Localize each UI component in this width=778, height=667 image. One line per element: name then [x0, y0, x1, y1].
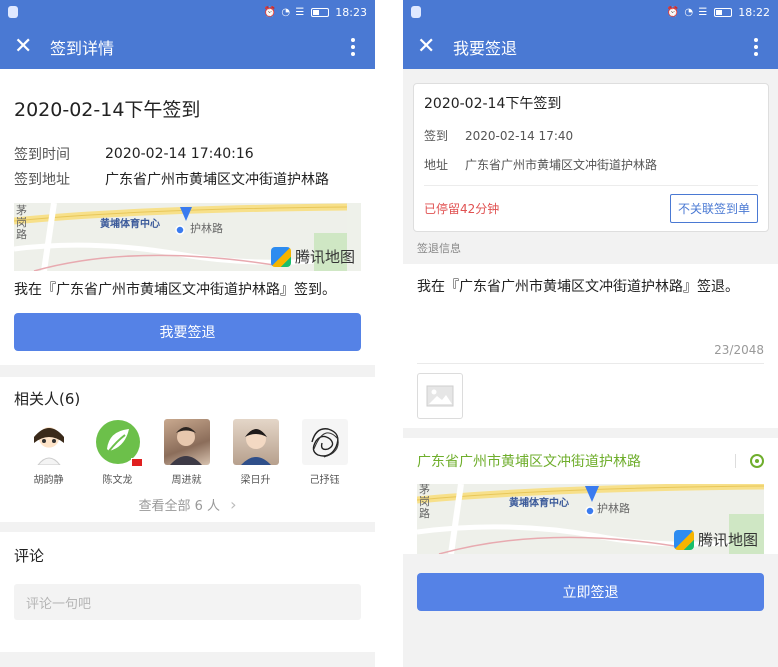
row-key: 签到地址: [14, 171, 70, 188]
right-screen: ⏰ ◔ ☰ 18:22 ✕ 我要签退 2020-02-14下午签到 签到 202…: [403, 0, 778, 667]
map-road-label: 护林路: [597, 502, 630, 515]
map-road-label-2: 茅岗路: [419, 484, 430, 520]
person-name: 陈文龙: [102, 475, 133, 486]
avatar: [94, 419, 143, 467]
location-header: 广东省广州市黄埔区文冲街道护林路: [417, 438, 764, 484]
person-item[interactable]: 陈文龙: [83, 419, 152, 486]
row-value: 2020-02-14 17:40: [465, 128, 574, 143]
row-value: 2020-02-14 17:40:16: [105, 145, 254, 162]
comment-section: 评论 评论一句吧: [0, 532, 375, 652]
avatar-art: [169, 427, 202, 465]
location-actions: [735, 454, 764, 468]
view-all-text: 查看全部 6 人: [138, 498, 221, 514]
map-road-label-2: 茅岗路: [16, 204, 27, 241]
person-name: 梁日升: [240, 475, 271, 486]
map-logo: 腾讯地图: [270, 246, 355, 267]
status-bar: ⏰ ◔ ☰ 18:22: [403, 0, 778, 24]
tencent-map-icon: [270, 246, 291, 267]
location-address: 广东省广州市黄埔区文冲街道护林路: [417, 454, 641, 470]
checkin-message: 我在『广东省广州市黄埔区文冲街道护林路』签到。: [14, 282, 336, 298]
nav-bar: ✕ 签到详情: [0, 24, 375, 69]
map-poi-label: 黄埔体育中心: [100, 219, 160, 230]
map-poi-label: 黄埔体育中心: [509, 498, 569, 509]
checkin-summary-card: 2020-02-14下午签到 签到 2020-02-14 17:40 地址 广东…: [413, 83, 769, 232]
row-key: 签到: [424, 129, 449, 143]
location-section: 广东省广州市黄埔区文冲街道护林路 黄埔体育中心 护林路 茅岗路 腾讯地图: [403, 438, 778, 554]
close-icon[interactable]: ✕: [14, 35, 50, 58]
avatar: [163, 419, 210, 465]
flag-icon: [130, 458, 143, 467]
row-value: 广东省广州市黄埔区文冲街道护林路: [465, 158, 658, 172]
comment-title: 评论: [14, 546, 45, 565]
page-title: 我要签退: [453, 38, 518, 58]
comment-input[interactable]: 评论一句吧: [14, 584, 361, 620]
row-value: 广东省广州市黄埔区文冲街道护林路: [105, 171, 329, 188]
avatar: [301, 419, 348, 465]
nav-bar: ✕ 我要签退: [403, 24, 778, 69]
summary-row-time: 签到 2020-02-14 17:40: [424, 121, 758, 150]
person-item[interactable]: 周进就: [152, 419, 221, 486]
checkin-date-title: 2020-02-14下午签到: [424, 95, 562, 112]
related-section: 相关人(6) 胡韵静 陈文龙 周进就 梁日升 己抒钰 查看全部 6 人 ›: [0, 377, 375, 522]
person-item[interactable]: 己抒钰: [290, 419, 359, 486]
left-screen: ⏰ ◔ ☰ 18:23 ✕ 签到详情 2020-02-14下午签到 签到时间 2…: [0, 0, 375, 667]
view-all-link[interactable]: 查看全部 6 人 ›: [14, 486, 361, 522]
locate-icon[interactable]: [750, 454, 764, 468]
unlink-checkin-button[interactable]: 不关联签到单: [669, 194, 758, 223]
map-view[interactable]: 黄埔体育中心 护林路 茅岗路 腾讯地图: [14, 203, 361, 271]
chevron-right-icon: ›: [230, 494, 237, 514]
row-key: 签到时间: [14, 146, 70, 163]
more-icon[interactable]: [748, 37, 764, 56]
map-road-label: 护林路: [190, 222, 223, 235]
add-image-button[interactable]: [417, 373, 463, 419]
status-icons: ⏰ ◔ ☰: [666, 6, 709, 18]
status-time: 18:22: [738, 5, 770, 19]
summary-footer: 已停留42分钟 不关联签到单: [424, 185, 758, 231]
image-icon: [426, 385, 454, 407]
map-logo-text: 腾讯地图: [697, 531, 758, 549]
checkout-text-input[interactable]: 我在『广东省广州市黄埔区文冲街道护林路』签退。: [417, 264, 764, 336]
map-logo-text: 腾讯地图: [294, 248, 355, 266]
avatar: [232, 419, 279, 465]
person-item[interactable]: 梁日升: [221, 419, 290, 486]
stay-duration: 已停留42分钟: [424, 202, 500, 216]
summary-row-address: 地址 广东省广州市黄埔区文冲街道护林路: [424, 150, 758, 179]
checkin-date-title: 2020-02-14下午签到: [14, 99, 201, 121]
checkout-info-box: 我在『广东省广州市黄埔区文冲街道护林路』签退。 23/2048: [403, 264, 778, 428]
checkout-button[interactable]: 我要签退: [14, 313, 361, 351]
avatar: [25, 419, 72, 466]
app-shield-icon: [8, 6, 18, 18]
status-time: 18:23: [335, 5, 367, 19]
close-icon[interactable]: ✕: [417, 35, 453, 58]
row-key: 地址: [424, 158, 449, 172]
map-logo: 腾讯地图: [673, 529, 758, 550]
related-title: 相关人(6): [14, 389, 81, 408]
tencent-map-icon: [673, 529, 694, 550]
related-avatars: 胡韵静 陈文龙 周进就 梁日升 己抒钰: [14, 419, 361, 486]
avatar-art: [240, 429, 271, 465]
status-bar: ⏰ ◔ ☰ 18:23: [0, 0, 375, 24]
app-shield-icon: [411, 6, 421, 18]
status-icons: ⏰ ◔ ☰: [263, 6, 306, 18]
avatar-art: [310, 428, 339, 458]
divider: [735, 454, 736, 468]
checkin-detail-card: 2020-02-14下午签到 签到时间 2020-02-14 17:40:16 …: [0, 69, 375, 365]
person-name: 己抒钰: [309, 475, 340, 486]
battery-icon: [311, 7, 330, 17]
map-view[interactable]: 黄埔体育中心 护林路 茅岗路 腾讯地图: [417, 484, 764, 554]
char-counter: 23/2048: [417, 336, 764, 364]
detail-row-address: 签到地址 广东省广州市黄埔区文冲街道护林路: [14, 166, 361, 191]
page-title: 签到详情: [50, 38, 115, 58]
section-label: 签退信息: [417, 242, 461, 255]
more-icon[interactable]: [345, 37, 361, 56]
image-upload-row: [417, 364, 764, 428]
person-item[interactable]: 胡韵静: [14, 419, 83, 486]
battery-icon: [714, 7, 733, 17]
detail-row-time: 签到时间 2020-02-14 17:40:16: [14, 141, 361, 166]
submit-checkout-button[interactable]: 立即签退: [417, 573, 764, 611]
person-name: 周进就: [171, 475, 202, 486]
avatar-art: [33, 428, 64, 466]
person-name: 胡韵静: [33, 475, 64, 486]
